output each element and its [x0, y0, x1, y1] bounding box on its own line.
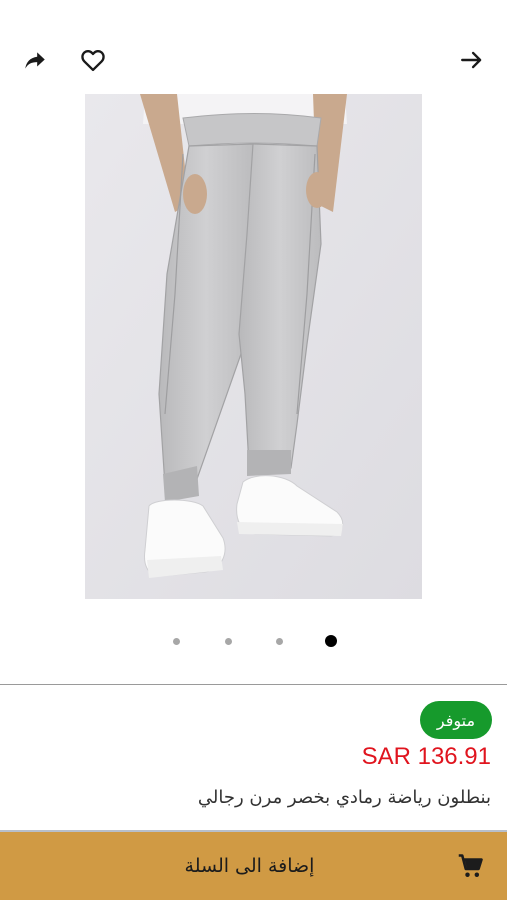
pagination-dot[interactable] — [225, 638, 232, 645]
product-photo-pants — [85, 94, 422, 599]
product-page: متوفر SAR 136.91 بنطلون رياضة رمادي بخصر… — [0, 0, 507, 900]
product-title: بنطلون رياضة رمادي بخصر مرن رجالي — [197, 787, 491, 808]
add-to-cart-label: إضافة الى السلة — [184, 855, 315, 877]
add-to-cart-button[interactable]: إضافة الى السلة — [0, 830, 507, 900]
pagination-dot[interactable] — [173, 638, 180, 645]
product-price: SAR 136.91 — [361, 743, 491, 770]
availability-badge: متوفر — [420, 701, 492, 739]
image-pagination — [0, 634, 507, 650]
heart-outline-icon — [81, 50, 105, 72]
pagination-dot-active[interactable] — [325, 635, 337, 647]
back-button[interactable] — [458, 46, 486, 74]
pagination-dot[interactable] — [276, 638, 283, 645]
share-button[interactable] — [21, 46, 49, 74]
section-divider — [0, 684, 507, 685]
share-icon — [25, 52, 45, 69]
product-image[interactable] — [85, 94, 422, 599]
arrow-right-icon — [461, 51, 482, 69]
top-bar — [0, 36, 507, 84]
favorite-button[interactable] — [79, 46, 107, 74]
cart-icon — [458, 854, 483, 877]
